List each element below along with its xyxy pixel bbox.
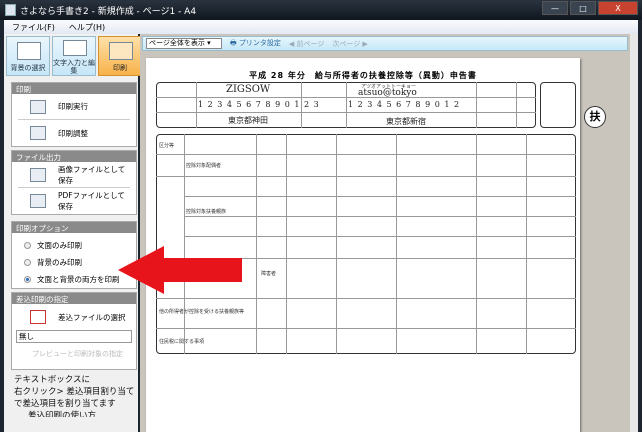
maximize-button[interactable]: □: [570, 1, 596, 15]
window-title: さよなら手書き2 - 新規作成 - ページ1 - A4: [20, 7, 197, 17]
red-arrow-icon: [118, 246, 242, 294]
radio-icon: [24, 242, 31, 249]
title-bar: さよなら手書き2 - 新規作成 - ページ1 - A4 — □ X: [0, 0, 642, 20]
item-label: 画像ファイルとして保存: [58, 164, 126, 185]
preview-button[interactable]: プレビューと印刷対象の指定: [32, 349, 136, 359]
print-section: 印刷 印刷実行 印刷調整: [11, 82, 137, 147]
menu-help[interactable]: ヘルプ(H): [69, 22, 105, 32]
help-text: テキストボックスに 右クリック> 差込項目割り当て で差込項目を割り当てます 差…: [14, 374, 134, 417]
label: 区分等: [159, 143, 175, 149]
postal-icon: [30, 310, 46, 324]
label: 他の所得者が控除を受ける扶養親族等: [159, 309, 245, 315]
help-line: テキストボックスに: [14, 375, 90, 385]
document-title: 平成 28 年分 給与所得者の扶養控除等（異動）申告書: [249, 71, 477, 80]
payer-number[interactable]: 1 2 3 4 5 6 7 8 9 0 1 2 3: [198, 100, 320, 109]
radio-label: 背景のみ印刷: [37, 258, 82, 267]
menu-bar: ファイル(F) ヘルプ(H): [4, 20, 638, 34]
section-header: 印刷オプション: [12, 222, 136, 233]
merge-section: 差込印刷の指定 差込ファイルの選択 無し プレビューと印刷対象の指定: [11, 292, 137, 370]
printer-icon: [109, 42, 133, 60]
next-page-button[interactable]: 次ページ ▶: [332, 39, 367, 49]
menu-file[interactable]: ファイル(F): [12, 22, 55, 32]
image-save-icon: [30, 167, 46, 182]
adjust-icon: [30, 126, 46, 140]
prev-page-button[interactable]: ◀ 前ページ: [289, 39, 324, 49]
document-view: ページ全体を表示 ▾ 🖶 プリンタ設定 ◀ 前ページ 次ページ ▶ 平成 28 …: [140, 34, 630, 432]
document-page: 平成 28 年分 給与所得者の扶養控除等（異動）申告書 ZIGSOW 1 2 3…: [146, 58, 606, 432]
toolbar: ページ全体を表示 ▾ 🖶 プリンタ設定 ◀ 前ページ 次ページ ▶: [142, 36, 628, 51]
section-header: 印刷: [12, 83, 136, 94]
print-adjust-button[interactable]: 印刷調整: [18, 120, 130, 146]
mode-print-button[interactable]: 印刷: [98, 36, 142, 76]
help-line[interactable]: 差込印刷の使い方: [14, 410, 134, 417]
select-merge-file-button[interactable]: 差込ファイルの選択: [18, 304, 130, 330]
print-execute-button[interactable]: 印刷実行: [18, 94, 130, 120]
merge-file-field[interactable]: 無し: [16, 330, 132, 343]
mode-label: 背景の選択: [10, 64, 46, 72]
printer-settings-button[interactable]: 🖶 プリンタ設定: [230, 38, 281, 50]
mode-label: 文字入力と編集: [53, 59, 95, 75]
select-value: ページ全体を表示: [149, 39, 205, 47]
employee-address[interactable]: 東京都新宿: [386, 116, 426, 127]
app-icon: [5, 4, 16, 16]
radio-label: 文面のみ印刷: [37, 241, 82, 250]
left-panel: 背景の選択 文字入力と編集 印刷 印刷 印刷実行 印刷調整 ファイル出力 画像フ…: [4, 34, 142, 432]
section-header: 差込印刷の指定: [12, 293, 136, 304]
payer-name[interactable]: ZIGSOW: [226, 84, 270, 95]
help-line: 右クリック> 差込項目割り当て: [14, 387, 135, 397]
button-label: プリンタ設定: [238, 38, 281, 47]
save-pdf-button[interactable]: PDFファイルとして保存: [18, 188, 130, 214]
background-icon: [17, 42, 41, 60]
label: 控除対象扶養親族: [186, 209, 227, 215]
label: 障害者: [261, 271, 277, 277]
label: 住民税に関する事項: [159, 339, 205, 345]
help-line: で差込項目を割り当てます: [14, 399, 116, 409]
button-label: 次ページ: [332, 39, 361, 48]
save-image-button[interactable]: 画像ファイルとして保存: [18, 162, 130, 188]
fuyou-stamp: 扶: [584, 106, 606, 128]
vertical-scrollbar[interactable]: [630, 34, 638, 432]
printer-icon: [30, 99, 46, 114]
item-label: 印刷実行: [58, 102, 88, 111]
button-label: 前ページ: [296, 39, 325, 48]
radio-selected-icon: [24, 276, 31, 283]
close-button[interactable]: X: [598, 1, 638, 15]
preview-label: プレビューと印刷対象の指定: [32, 350, 123, 358]
item-label: 印刷調整: [58, 128, 88, 138]
employee-name[interactable]: atsuo@tokyo: [358, 88, 417, 98]
file-output-section: ファイル出力 画像ファイルとして保存 PDFファイルとして保存: [11, 150, 137, 215]
my-number[interactable]: 1 2 3 4 5 6 7 8 9 0 1 2: [348, 100, 460, 109]
mode-background-button[interactable]: 背景の選択: [6, 36, 50, 76]
mode-label: 印刷: [113, 64, 127, 72]
item-label: 差込ファイルの選択: [58, 312, 126, 322]
payer-address[interactable]: 東京都神田: [228, 115, 268, 126]
pdf-save-icon: [30, 194, 46, 208]
zoom-select[interactable]: ページ全体を表示 ▾: [146, 38, 222, 49]
minimize-button[interactable]: —: [542, 1, 568, 15]
mode-text-edit-button[interactable]: 文字入力と編集: [52, 36, 96, 76]
radio-label: 文面と背景の両方を印刷: [37, 275, 120, 284]
pencil-icon: [63, 40, 87, 56]
item-label: PDFファイルとして保存: [58, 191, 125, 211]
label: 控除対象配偶者: [186, 163, 222, 169]
section-header: ファイル出力: [12, 151, 136, 162]
radio-icon: [24, 259, 31, 266]
